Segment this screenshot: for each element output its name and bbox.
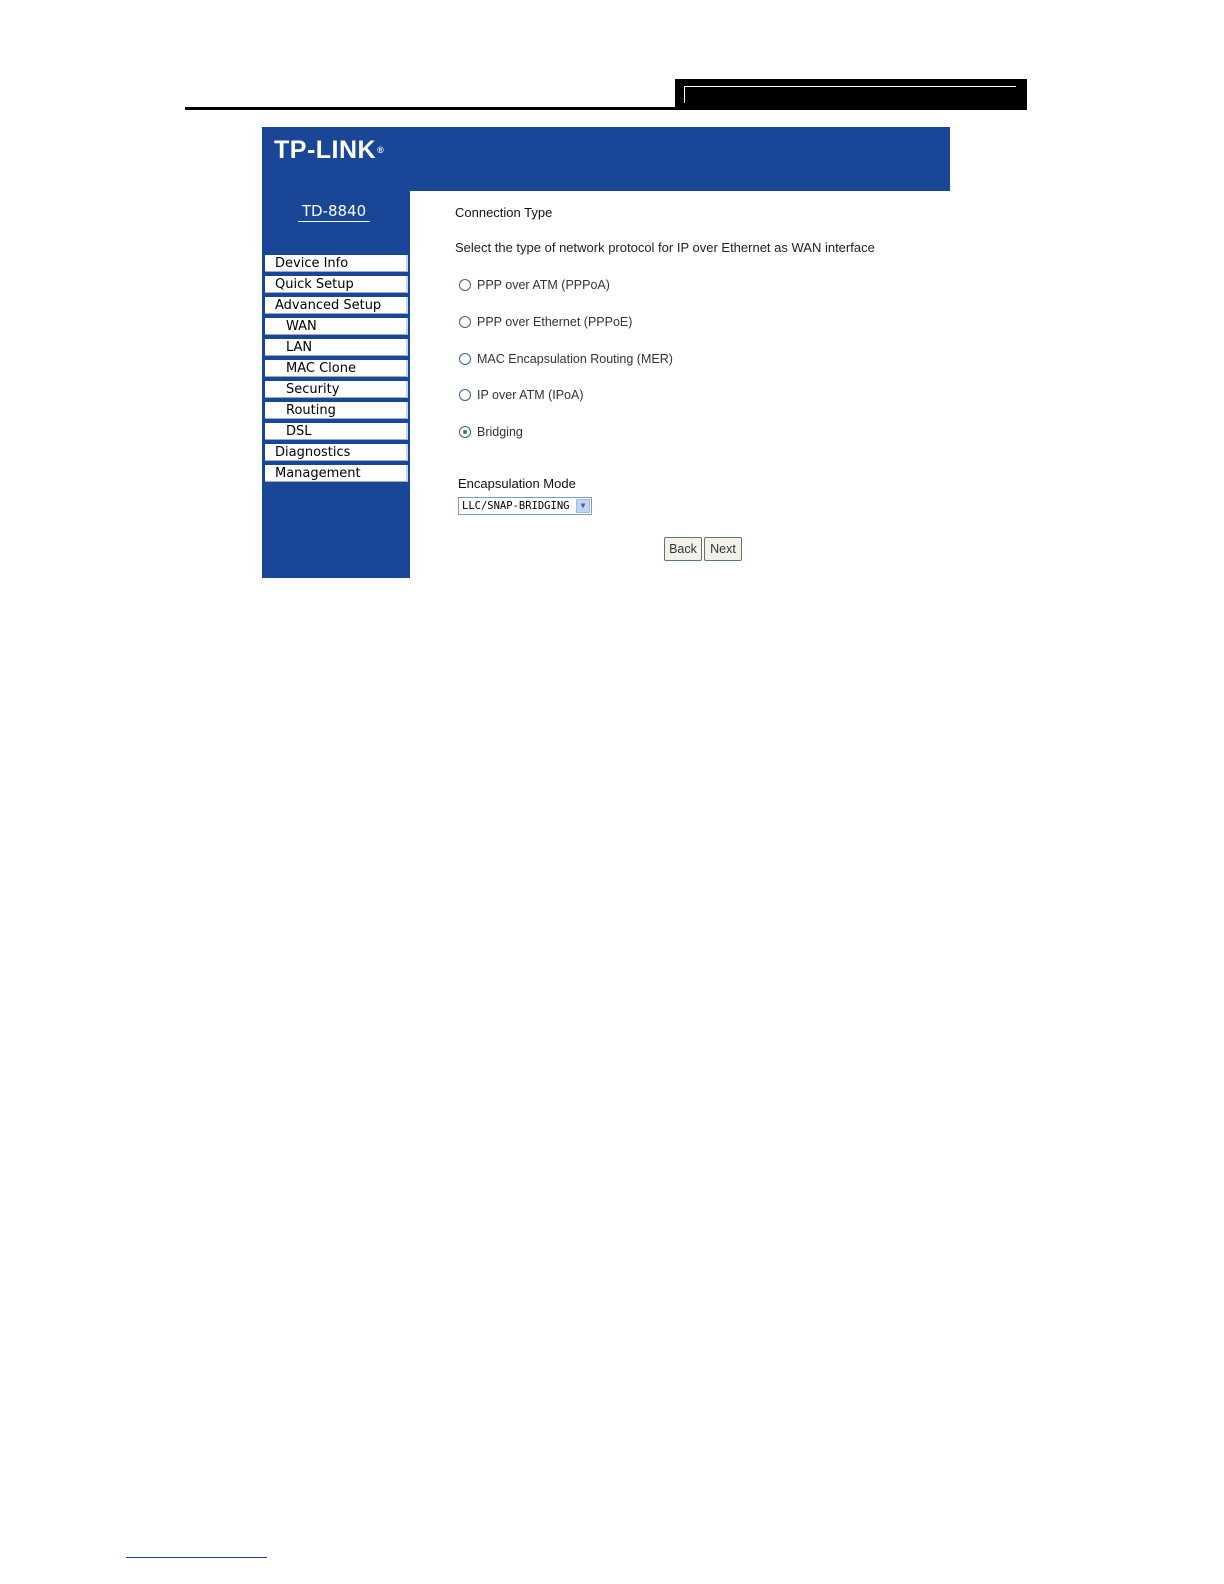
sidebar-menu: Device Info Quick Setup Advanced Setup W… [265,255,408,486]
option-label: MAC Encapsulation Routing (MER) [477,352,673,366]
radio-button-ipoa[interactable] [459,389,471,401]
model-name: TD-8840 [298,201,370,222]
document-footer-link[interactable] [126,1557,267,1558]
sidebar-item-wan[interactable]: WAN [265,318,408,335]
sidebar-item-lan[interactable]: LAN [265,339,408,356]
sidebar-item-mac-clone[interactable]: MAC Clone [265,360,408,377]
document-header-box [675,79,1027,110]
page-description: Select the type of network protocol for … [455,240,875,255]
sidebar-item-advanced-setup[interactable]: Advanced Setup [265,297,408,314]
sidebar-item-device-info[interactable]: Device Info [265,255,408,272]
option-label: PPP over ATM (PPPoA) [477,278,610,292]
radio-button-pppoa[interactable] [459,279,471,291]
back-button[interactable]: Back [664,537,702,561]
sidebar-item-quick-setup[interactable]: Quick Setup [265,276,408,293]
sidebar-item-management[interactable]: Management [265,465,408,482]
option-mer[interactable]: MAC Encapsulation Routing (MER) [459,351,673,367]
sidebar-item-diagnostics[interactable]: Diagnostics [265,444,408,461]
document-header-inner [684,86,1016,103]
sidebar-item-routing[interactable]: Routing [265,402,408,419]
option-label: IP over ATM (IPoA) [477,388,584,402]
option-pppoa[interactable]: PPP over ATM (PPPoA) [459,277,610,293]
document-header-rule [185,107,1027,110]
radio-button-mer[interactable] [459,353,471,365]
encapsulation-mode-label: Encapsulation Mode [458,476,576,491]
option-bridging[interactable]: Bridging [459,424,523,440]
top-banner: TP-LINK® [262,127,950,191]
sidebar: TD-8840 Device Info Quick Setup Advanced… [262,191,410,578]
encapsulation-mode-value: LLC/SNAP-BRIDGING [462,500,570,512]
main-content: Connection Type Select the type of netwo… [434,191,950,578]
radio-button-bridging[interactable] [459,426,471,438]
option-label: Bridging [477,425,523,439]
option-ipoa[interactable]: IP over ATM (IPoA) [459,387,584,403]
encapsulation-mode-select[interactable]: LLC/SNAP-BRIDGING ▼ [458,497,592,515]
option-label: PPP over Ethernet (PPPoE) [477,315,633,329]
next-button[interactable]: Next [704,537,742,561]
chevron-down-icon[interactable]: ▼ [576,499,590,513]
page-title: Connection Type [455,205,553,220]
option-pppoe[interactable]: PPP over Ethernet (PPPoE) [459,314,632,330]
tp-link-logo: TP-LINK® [274,136,385,164]
content-corner [410,191,434,215]
radio-button-pppoe[interactable] [459,316,471,328]
router-web-ui: TP-LINK® TD-8840 Device Info Quick Setup… [262,127,950,578]
sidebar-item-security[interactable]: Security [265,381,408,398]
sidebar-item-dsl[interactable]: DSL [265,423,408,440]
